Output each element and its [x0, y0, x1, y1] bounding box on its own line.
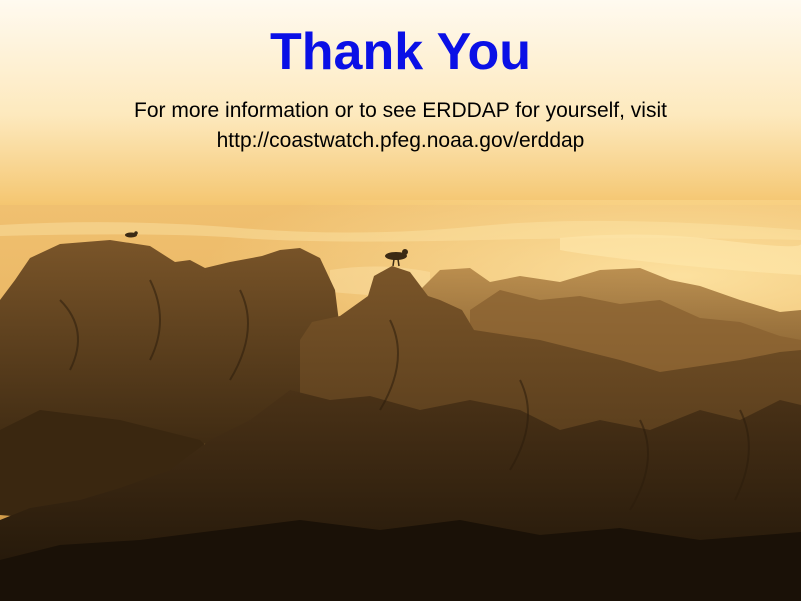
erddap-link[interactable]: http://coastwatch.pfeg.noaa.gov/erddap: [217, 129, 585, 152]
slide-title: Thank You: [270, 23, 531, 81]
info-line: For more information or to see ERDDAP fo…: [134, 99, 667, 122]
thank-you-slide: Thank You For more information or to see…: [0, 0, 801, 601]
info-text: For more information or to see ERDDAP fo…: [0, 96, 801, 156]
coastal-sunset-photo: [0, 0, 801, 601]
